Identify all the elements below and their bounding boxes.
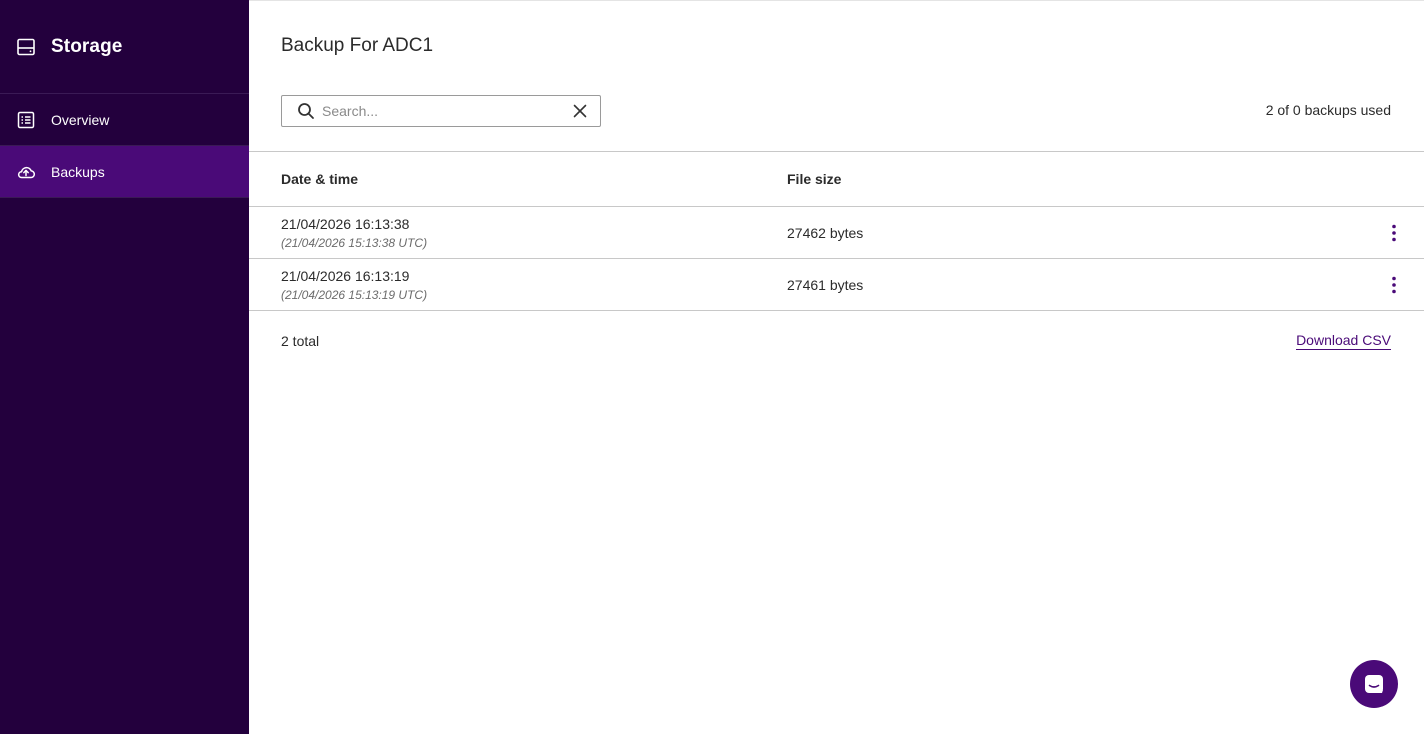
sidebar-header: Storage	[0, 0, 249, 94]
chat-button[interactable]	[1350, 660, 1398, 708]
sidebar: Storage Overview Backups	[0, 0, 249, 734]
table-row: 21/04/2026 16:13:19 (21/04/2026 15:13:19…	[249, 259, 1424, 311]
date-cell: 21/04/2026 16:13:38 (21/04/2026 15:13:38…	[249, 216, 787, 250]
sidebar-item-label: Overview	[51, 111, 110, 128]
storage-drive-icon	[16, 37, 36, 57]
download-csv-link[interactable]: Download CSV	[1296, 332, 1391, 350]
list-icon	[16, 110, 36, 130]
actions-cell	[1364, 273, 1424, 297]
table-row: 21/04/2026 16:13:38 (21/04/2026 15:13:38…	[249, 207, 1424, 259]
backups-table: Date & time File size 21/04/2026 16:13:3…	[249, 151, 1424, 311]
table-footer: 2 total Download CSV	[249, 311, 1424, 371]
backup-datetime: 21/04/2026 16:13:19	[281, 267, 410, 284]
column-header-date[interactable]: Date & time	[249, 171, 787, 187]
backup-usage-text: 2 of 0 backups used	[1265, 102, 1391, 118]
table-header: Date & time File size	[249, 151, 1424, 207]
file-size-cell: 27462 bytes	[787, 224, 864, 241]
sidebar-title: Storage	[51, 35, 123, 57]
actions-cell	[1364, 221, 1424, 245]
search-input[interactable]	[322, 103, 564, 119]
sidebar-item-backups[interactable]: Backups	[0, 146, 249, 198]
search-icon	[296, 101, 316, 121]
main-content: Backup For ADC1 2 of 0 backups used Date…	[249, 0, 1424, 734]
backup-datetime-utc: (21/04/2026 15:13:38 UTC)	[281, 235, 428, 250]
search-box	[281, 95, 601, 127]
column-header-file-size[interactable]: File size	[787, 171, 1364, 187]
backup-datetime: 21/04/2026 16:13:38	[281, 215, 410, 232]
page-title: Backup For ADC1	[281, 35, 434, 56]
file-size-cell: 27461 bytes	[787, 276, 864, 293]
more-vert-icon[interactable]	[1384, 273, 1404, 297]
chat-icon	[1363, 673, 1385, 695]
backup-datetime-utc: (21/04/2026 15:13:19 UTC)	[281, 287, 428, 302]
date-cell: 21/04/2026 16:13:19 (21/04/2026 15:13:19…	[249, 268, 787, 302]
app-root: Storage Overview Backups Backup For ADC1…	[0, 0, 1424, 734]
cloud-upload-icon	[16, 162, 36, 182]
total-count: 2 total	[281, 333, 320, 349]
sidebar-item-label: Backups	[51, 163, 105, 180]
more-vert-icon[interactable]	[1384, 221, 1404, 245]
close-icon[interactable]	[570, 101, 590, 121]
sidebar-item-overview[interactable]: Overview	[0, 94, 249, 146]
